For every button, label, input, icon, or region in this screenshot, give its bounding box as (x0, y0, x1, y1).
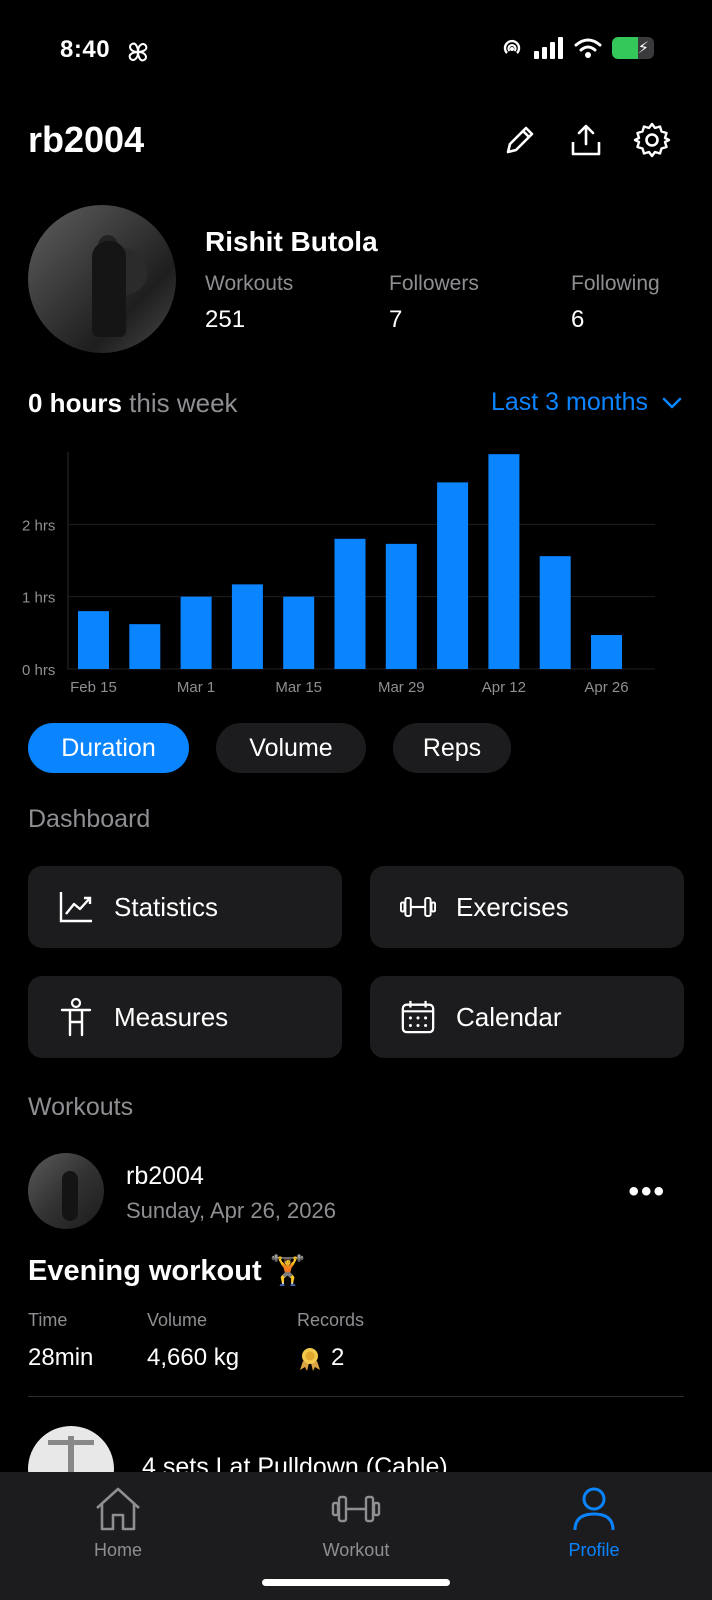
exercises-button[interactable]: Exercises (370, 866, 684, 948)
y-tick-label: 1 hrs (22, 590, 55, 607)
calendar-button[interactable]: Calendar (370, 976, 684, 1058)
stat-value: 7 (389, 306, 403, 333)
tab-profile-label: Profile (568, 1540, 620, 1560)
statistics-label: Statistics (114, 891, 219, 922)
x-tick-label: Apr 26 (584, 679, 628, 696)
dumbbell-icon (331, 1495, 381, 1523)
tab-home[interactable]: Home (48, 1486, 188, 1561)
weekly-hours: 0 hours (28, 388, 122, 418)
divider (28, 1396, 684, 1397)
volume-value: 4,660 kg (147, 1344, 240, 1371)
duration-chart: 0 hrs 1 hrs 2 hrs Feb 15 Mar 1 Mar 15 Mar 29 Ap… (22, 452, 655, 696)
status-bar: 8:40 ⚡ (0, 0, 712, 100)
x-tick-label: Mar 1 (177, 679, 215, 696)
tab-volume[interactable]: Volume (216, 723, 366, 773)
profile-icon (573, 1487, 615, 1531)
hotspot-icon (503, 39, 521, 54)
signal-icon (534, 37, 563, 59)
tab-workout-label: Workout (322, 1540, 390, 1560)
weekly-suffix: this week (129, 388, 238, 418)
workout-title[interactable]: Evening workout 🏋 (28, 1254, 306, 1288)
edit-icon[interactable] (500, 120, 540, 160)
exercises-label: Exercises (456, 891, 569, 922)
records-label: Records (297, 1310, 365, 1330)
settings-gear-icon[interactable] (632, 120, 672, 160)
stat-label: Following (571, 272, 660, 295)
dumbbell-icon (400, 889, 436, 925)
avatar[interactable] (28, 1153, 104, 1229)
tab-profile[interactable]: Profile (524, 1486, 664, 1561)
home-indicator (262, 1579, 450, 1586)
measures-button[interactable]: Measures (28, 976, 342, 1058)
chevron-down-icon (662, 397, 682, 408)
x-tick-label: Apr 12 (482, 679, 526, 696)
x-tick-label: Mar 29 (378, 679, 425, 696)
chart-bar[interactable] (591, 635, 622, 669)
stat-workouts[interactable]: Workouts 251 (205, 272, 293, 334)
home-icon (96, 1487, 140, 1531)
chart-bar[interactable] (129, 624, 161, 669)
range-label: Last 3 months (490, 388, 648, 416)
stat-label: Followers (389, 272, 479, 295)
x-tick-label: Mar 15 (275, 679, 322, 696)
chart-bar[interactable] (283, 596, 315, 669)
stat-followers[interactable]: Followers 7 (389, 272, 479, 334)
calendar-label: Calendar (456, 1001, 562, 1032)
display-name: Rishit Butola (205, 226, 378, 257)
profile-avatar[interactable] (28, 205, 176, 353)
battery-icon: ⚡ (612, 37, 654, 59)
chart-bar[interactable] (437, 482, 469, 669)
tab-reps[interactable]: Reps (393, 723, 511, 773)
records-value-group: 2 (297, 1344, 344, 1372)
records-value: 2 (331, 1344, 345, 1371)
body-icon (58, 997, 94, 1037)
stat-label: Workouts (205, 272, 294, 295)
chart-bar[interactable] (385, 543, 417, 669)
tab-workout[interactable]: Workout (286, 1486, 426, 1561)
chart-bar[interactable] (539, 556, 571, 669)
header: rb2004 (28, 112, 672, 168)
status-time: 8:40 (60, 36, 111, 63)
pinwheel-icon (128, 42, 148, 62)
medal-icon (300, 1348, 320, 1371)
more-options-icon[interactable]: ••• (628, 1175, 666, 1209)
time-value: 28min (28, 1344, 94, 1371)
wifi-icon (574, 38, 602, 58)
y-tick-label: 0 hrs (22, 662, 55, 679)
dashboard-heading: Dashboard (28, 805, 151, 833)
chart-bar[interactable] (180, 596, 212, 669)
chart-bar[interactable] (488, 454, 520, 669)
chart-bar[interactable] (231, 584, 263, 669)
volume-label: Volume (147, 1310, 208, 1330)
time-label: Time (28, 1310, 68, 1330)
chart-bar[interactable] (334, 538, 366, 669)
tab-duration[interactable]: Duration (28, 723, 189, 773)
x-tick-label: Feb 15 (70, 679, 117, 696)
stat-value: 251 (205, 306, 246, 333)
chart-bar[interactable] (78, 611, 109, 669)
workouts-heading: Workouts (28, 1093, 134, 1121)
measures-label: Measures (114, 1001, 229, 1032)
workout-date: Sunday, Apr 26, 2026 (126, 1198, 336, 1223)
weekly-summary: 0 hours this week (28, 388, 238, 419)
range-dropdown[interactable]: Last 3 months (491, 388, 682, 417)
share-icon[interactable] (566, 120, 606, 160)
statistics-button[interactable]: Statistics (28, 866, 342, 948)
stat-value: 6 (571, 306, 585, 333)
y-tick-label: 2 hrs (22, 517, 55, 534)
page-title: rb2004 (28, 119, 145, 160)
stat-following[interactable]: Following 6 (571, 272, 660, 334)
chart-icon (58, 889, 94, 925)
calendar-icon (400, 999, 436, 1035)
tab-home-label: Home (93, 1540, 142, 1560)
workout-username[interactable]: rb2004 (126, 1162, 204, 1191)
